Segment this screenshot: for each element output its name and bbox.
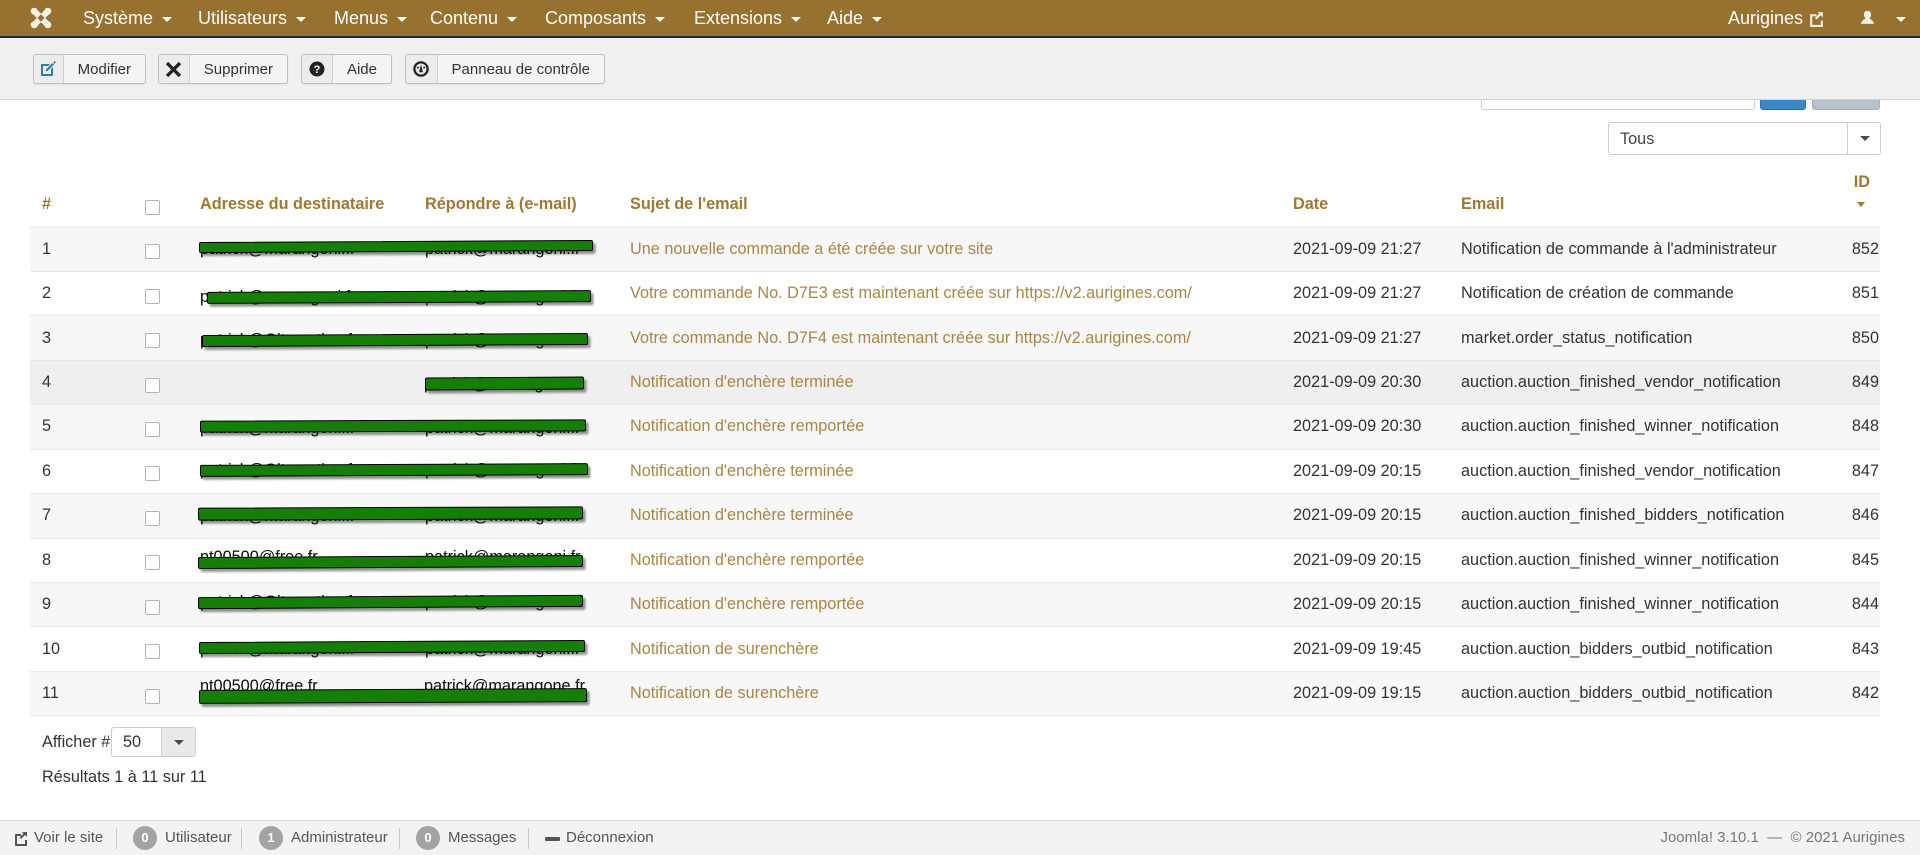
svg-text:?: ? [314, 64, 321, 76]
